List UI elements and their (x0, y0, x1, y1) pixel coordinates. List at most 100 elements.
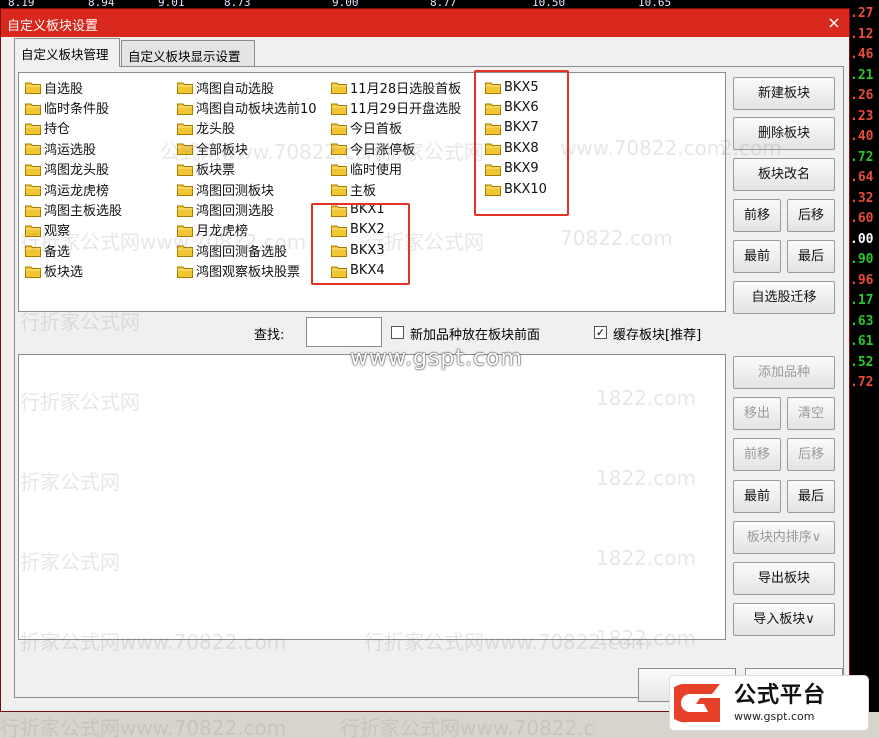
block-list-item[interactable]: BKX6 (485, 97, 547, 117)
block-list-item[interactable]: BKX7 (485, 118, 547, 138)
block-list-item[interactable]: BKX4 (331, 261, 461, 281)
block-list-item[interactable]: 今日首板 (331, 118, 461, 138)
block-name: 今日首板 (350, 122, 403, 138)
block-list-item[interactable]: BKX5 (485, 77, 547, 97)
search-input[interactable] (306, 317, 382, 347)
ticker-right-value: .46 (850, 47, 874, 62)
folder-icon (25, 183, 41, 197)
cache-blocks-checkbox[interactable]: ✓ (594, 326, 607, 339)
new-item-front-label: 新加品种放在板块前面 (410, 328, 541, 343)
block-list[interactable]: 自选股 临时条件股 持仓 鸿运选股鸿图龙头股 鸿运龙虎榜 鸿图主板选股 观察备选 板块选 鸿图… (18, 70, 726, 312)
block-list-item[interactable]: 龙头股 (177, 118, 317, 138)
ticker-right-value: .96 (850, 272, 874, 288)
move-up-block-button[interactable]: 前移 (733, 199, 781, 232)
block-list-item[interactable]: BKX10 (485, 179, 547, 199)
block-list-item[interactable]: 板块票 (177, 159, 317, 179)
move-first-block-button[interactable]: 最前 (733, 240, 781, 273)
new-item-front-checkbox[interactable] (391, 326, 404, 339)
folder-icon (331, 163, 347, 176)
folder-icon (177, 163, 193, 176)
block-stock-list[interactable] (18, 354, 726, 640)
block-list-item[interactable]: 鸿图主板选股 (25, 199, 122, 219)
move-down-stock-button[interactable]: 后移 (787, 438, 835, 471)
ticker-right-value: .90 (850, 252, 874, 267)
ticker-right-value: .40 (850, 129, 874, 144)
import-block-button[interactable]: 导入板块∨ (733, 603, 835, 636)
move-down-block-button[interactable]: 后移 (787, 199, 835, 232)
delete-block-button[interactable]: 删除板块 (733, 117, 835, 150)
move-last-stock-button[interactable]: 最后 (787, 480, 835, 513)
move-first-stock-button[interactable]: 最前 (733, 480, 781, 513)
block-list-item[interactable]: BKX1 (331, 199, 461, 219)
block-list-item[interactable]: 今日涨停板 (331, 138, 461, 158)
migrate-watchlist-button[interactable]: 自选股迁移 (733, 281, 835, 314)
move-last-block-button[interactable]: 最后 (787, 240, 835, 273)
block-list-item[interactable]: 持仓 (25, 118, 122, 138)
block-list-item[interactable]: 鸿图回测板块 (177, 179, 317, 199)
block-name: 板块票 (196, 163, 236, 179)
block-list-item[interactable]: BKX8 (485, 138, 547, 158)
block-name: 鸿图自动选股 (196, 81, 275, 97)
sort-in-block-button[interactable]: 板块内排序∨ (733, 521, 835, 554)
block-list-item[interactable]: 鸿运选股 (25, 138, 122, 158)
block-name: BKX2 (350, 222, 385, 238)
background-ticker-right: .27 .12 .46 .21 .26 .23 .40 .72 .64 .32 .60 .00 .90.… (848, 0, 879, 738)
block-list-item[interactable]: 鸿运龙虎榜 (25, 179, 122, 199)
block-list-item[interactable]: 鸿图自动板块选前10 (177, 97, 317, 117)
tab-block-display-settings[interactable]: 自定义板块显示设置 (121, 40, 255, 66)
ticker-right-value: .72 (850, 149, 874, 165)
folder-icon (177, 81, 193, 95)
block-name: 鸿图回测板块 (196, 183, 275, 199)
ticker-right-value: .61 (850, 334, 874, 349)
block-list-item[interactable]: BKX3 (331, 240, 461, 260)
block-name: 备选 (44, 244, 71, 260)
folder-icon (485, 163, 501, 176)
block-name: BKX8 (504, 140, 539, 156)
clear-stocks-button[interactable]: 清空 (787, 397, 835, 430)
block-list-item[interactable]: 备选 (25, 240, 122, 260)
remove-stock-button[interactable]: 移出 (733, 397, 781, 430)
ticker-right-value: .27 (850, 6, 874, 21)
block-list-item[interactable]: 临时条件股 (25, 97, 122, 117)
block-list-item[interactable]: 11月28日选股首板 (331, 77, 461, 97)
block-name: 鸿图龙头股 (44, 163, 110, 179)
folder-icon (331, 224, 347, 237)
url-watermark: www.gspt.com (350, 346, 523, 371)
block-name: BKX6 (504, 100, 539, 116)
export-block-button[interactable]: 导出板块 (733, 562, 835, 595)
block-list-item[interactable]: 鸿图回测选股 (177, 199, 317, 219)
block-name: 鸿图观察板块股票 (196, 265, 301, 281)
logo-en-text: www.gspt.com (734, 709, 815, 723)
block-list-item[interactable]: BKX9 (485, 159, 547, 179)
block-list-item[interactable]: 自选股 (25, 77, 122, 97)
new-block-button[interactable]: 新建板块 (733, 77, 835, 110)
block-list-item[interactable]: 临时使用 (331, 159, 461, 179)
block-list-item[interactable]: 鸿图回测备选股 (177, 240, 317, 260)
folder-icon (25, 224, 41, 237)
ticker-right-value: .64 (850, 170, 874, 185)
block-list-item[interactable]: 11月29日开盘选股 (331, 97, 461, 117)
add-stock-button[interactable]: 添加品种 (733, 356, 835, 389)
block-list-item[interactable]: 鸿图自动选股 (177, 77, 317, 97)
block-column-2: 鸿图自动选股 鸿图自动板块选前10 龙头股 全部板块板块票鸿图回测板块 鸿图回测选股 月龙… (177, 77, 317, 281)
title-bar[interactable]: 自定义板块设置 × (1, 9, 849, 37)
block-list-item[interactable]: 主板 (331, 179, 461, 199)
block-name: BKX4 (350, 263, 385, 279)
tab-block-management[interactable]: 自定义板块管理 (14, 38, 120, 67)
ticker-right-value: .52 (850, 354, 874, 370)
block-name: BKX5 (504, 79, 539, 95)
block-list-item[interactable]: 观察 (25, 220, 122, 240)
close-icon[interactable]: × (825, 14, 843, 32)
block-list-item[interactable]: BKX2 (331, 220, 461, 240)
folder-icon (331, 122, 347, 135)
block-list-item[interactable]: 板块选 (25, 261, 122, 281)
folder-icon (177, 102, 193, 115)
rename-block-button[interactable]: 板块改名 (733, 158, 835, 191)
block-list-item[interactable]: 月龙虎榜 (177, 220, 317, 240)
block-list-item[interactable]: 鸿图观察板块股票 (177, 261, 317, 281)
move-up-stock-button[interactable]: 前移 (733, 438, 781, 471)
block-name: 鸿图回测备选股 (196, 244, 288, 260)
block-list-item[interactable]: 鸿图龙头股 (25, 159, 122, 179)
folder-icon (485, 102, 501, 115)
block-list-item[interactable]: 全部板块 (177, 138, 317, 158)
